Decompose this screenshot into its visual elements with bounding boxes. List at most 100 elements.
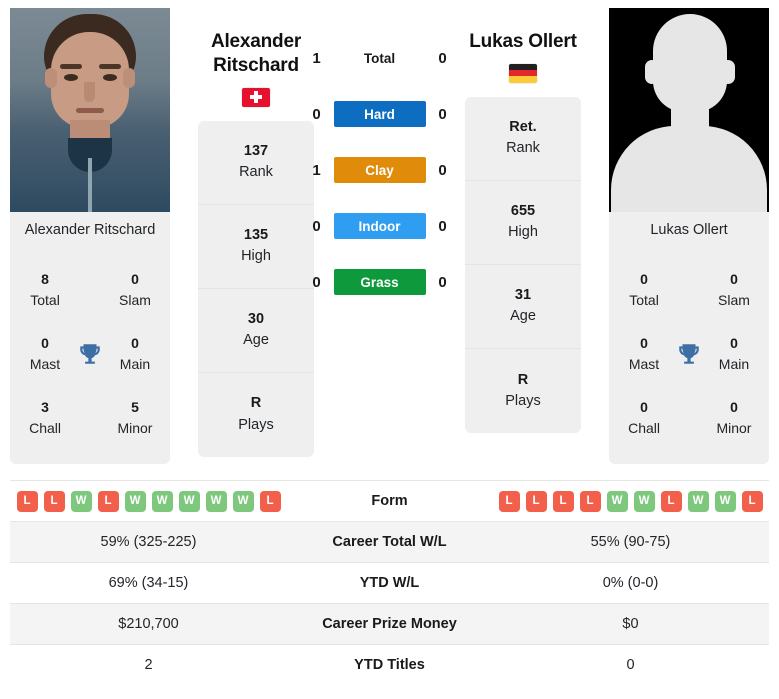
titles-row: 3 Chall 5 Minor: [16, 386, 164, 450]
h2h-right-score: 0: [438, 49, 447, 67]
titles-label: Chall: [29, 420, 61, 436]
h2h-surface: Clay: [330, 157, 430, 183]
form-badge-loss[interactable]: L: [525, 490, 547, 512]
head-to-head-column: 1 Total 0 0 Hard 0 1 Clay 0 0 Indoor 0 0…: [312, 8, 447, 310]
stat-block-high: 655 High: [465, 181, 581, 265]
form-badge-win[interactable]: W: [70, 490, 92, 512]
titles-cell: 0 Chall: [615, 397, 673, 439]
titles-value: 8: [41, 271, 49, 287]
stat-value: 30: [247, 310, 265, 327]
player-right-photo: [609, 8, 769, 212]
titles-cell: 0 Main: [106, 333, 164, 375]
titles-value: 0: [640, 335, 648, 351]
silhouette-body: [611, 126, 767, 212]
titles-value: 0: [730, 399, 738, 415]
row-label: Career Total W/L: [332, 534, 447, 550]
titles-row: 0 Mast 0 Main: [16, 322, 164, 386]
row-label: YTD W/L: [359, 575, 420, 591]
h2h-surface: Indoor: [330, 213, 430, 239]
stat-label: High: [241, 248, 271, 264]
form-badge-loss[interactable]: L: [16, 490, 38, 512]
player-left-stat-card: 137 Rank 135 High 30 Age R Plays: [198, 120, 314, 457]
stat-value: R: [517, 371, 529, 388]
portrait-ear-left: [45, 68, 57, 88]
silhouette-ear-left: [645, 60, 659, 84]
h2h-label: Total: [363, 50, 396, 66]
form-badge-win[interactable]: W: [124, 490, 146, 512]
h2h-row-grass: 0 Grass 0: [304, 254, 456, 310]
form-badge-win[interactable]: W: [151, 490, 173, 512]
titles-value: 3: [41, 399, 49, 415]
comparison-table: LLWLWWWWWL Form LLLLWWLWWL 59% (325-225)…: [10, 480, 769, 685]
form-badge-win[interactable]: W: [205, 490, 227, 512]
form-badge-loss[interactable]: L: [498, 490, 520, 512]
stat-value: 31: [514, 287, 532, 304]
titles-label: Mast: [29, 356, 61, 372]
h2h-left-score: 1: [312, 49, 321, 67]
surface-pill-clay[interactable]: Clay: [333, 157, 426, 183]
titles-cell: 0 Mast: [615, 333, 673, 375]
titles-value: 5: [131, 399, 139, 415]
table-row-ytd-wl: 69% (34-15) YTD W/L 0% (0-0): [10, 562, 769, 603]
table-row-ytd-titles: 2 YTD Titles 0: [10, 644, 769, 685]
portrait-eye-right: [103, 74, 117, 81]
table-row-career-prize-money: $210,700 Career Prize Money $0: [10, 603, 769, 644]
stat-value: R: [250, 395, 262, 412]
form-badge-win[interactable]: W: [687, 490, 709, 512]
titles-label: Total: [629, 292, 659, 308]
h2h-left-score: 0: [312, 217, 321, 235]
form-strip-left: LLWLWWWWWL: [16, 490, 281, 512]
player-left-info-column: Alexander Ritschard 137 Rank 135 High 30…: [198, 8, 314, 457]
h2h-left-score: 1: [312, 161, 321, 179]
form-left: LLWLWWWWWL: [10, 490, 287, 512]
titles-cell: 0 Total: [615, 269, 673, 311]
titles-row: 8 Total 0 Slam: [16, 258, 164, 322]
portrait-ear-right: [123, 68, 135, 88]
h2h-row-total: 1 Total 0: [304, 30, 456, 86]
form-badge-loss[interactable]: L: [579, 490, 601, 512]
form-badge-loss[interactable]: L: [259, 490, 281, 512]
row-label: Career Prize Money: [322, 616, 457, 632]
form-badge-loss[interactable]: L: [97, 490, 119, 512]
flag-switzerland-icon: [242, 87, 270, 107]
stat-block-plays: R Plays: [465, 349, 581, 433]
form-badge-win[interactable]: W: [714, 490, 736, 512]
trophy-icon: [74, 341, 106, 367]
form-badge-win[interactable]: W: [178, 490, 200, 512]
form-right: LLLLWWLWWL: [492, 490, 769, 512]
titles-row: 0 Mast 0 Main: [615, 322, 763, 386]
form-badge-win[interactable]: W: [633, 490, 655, 512]
h2h-row-indoor: 0 Indoor 0: [304, 198, 456, 254]
player-right-name-full: Lukas Ollert: [469, 31, 577, 52]
h2h-surface: Hard: [330, 101, 430, 127]
row-right-value: 0% (0-0): [602, 575, 659, 591]
form-badge-loss[interactable]: L: [43, 490, 65, 512]
surface-pill-grass[interactable]: Grass: [333, 269, 426, 295]
titles-label: Minor: [117, 420, 153, 436]
row-left-value: 2: [144, 657, 153, 673]
form-badge-loss[interactable]: L: [660, 490, 682, 512]
form-badge-win[interactable]: W: [232, 490, 254, 512]
titles-cell: 0 Slam: [705, 269, 763, 311]
titles-label: Minor: [716, 420, 752, 436]
portrait-mouth: [76, 108, 104, 113]
titles-value: 0: [131, 335, 139, 351]
form-badge-win[interactable]: W: [606, 490, 628, 512]
titles-cell: 0 Slam: [106, 269, 164, 311]
surface-pill-indoor[interactable]: Indoor: [333, 213, 426, 239]
stat-block-high: 135 High: [198, 205, 314, 289]
player-left-name-first: Alexander: [210, 31, 302, 52]
portrait-zipper: [88, 158, 92, 212]
h2h-surface: Total: [330, 51, 430, 66]
portrait-brow-left: [60, 64, 82, 69]
titles-cell: 0 Main: [705, 333, 763, 375]
stat-block-plays: R Plays: [198, 373, 314, 457]
form-badge-loss[interactable]: L: [741, 490, 763, 512]
form-badge-loss[interactable]: L: [552, 490, 574, 512]
row-right-value: 55% (90-75): [590, 534, 671, 550]
titles-cell: 5 Minor: [106, 397, 164, 439]
surface-pill-hard[interactable]: Hard: [333, 101, 426, 127]
trophy-icon: [673, 341, 705, 367]
h2h-surface: Grass: [330, 269, 430, 295]
h2h-right-score: 0: [438, 217, 447, 235]
